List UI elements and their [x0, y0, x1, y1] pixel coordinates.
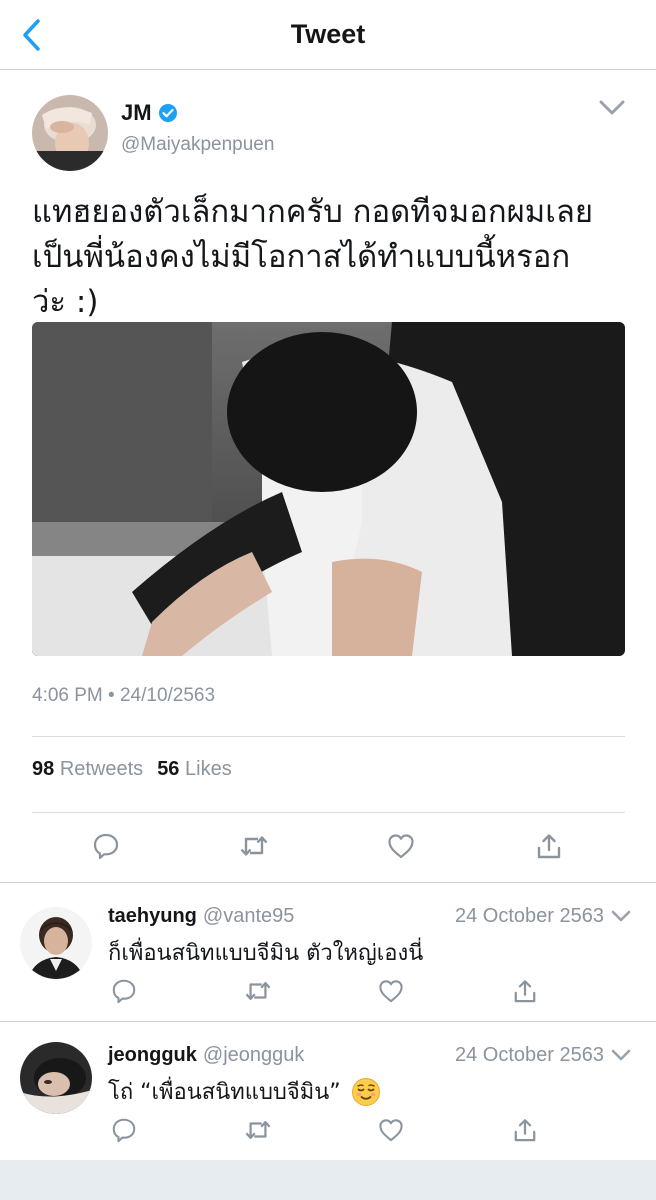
main-tweet: JM @Maiyakpenpuen แทฮยองตัวเล็กมากครับ ก… — [0, 70, 656, 882]
heart-icon — [388, 834, 414, 859]
page-title: Tweet — [290, 19, 366, 49]
navigation-bar: Tweet — [0, 0, 656, 70]
retweets-label: Retweets — [59, 758, 144, 780]
tweet-actions — [0, 830, 656, 866]
divider — [32, 812, 625, 813]
reply-header: taehyung @vante95 — [108, 905, 294, 928]
share-button[interactable] — [533, 830, 565, 862]
chevron-down-icon — [599, 100, 625, 115]
reply-button[interactable] — [110, 977, 138, 1005]
reply-text: ก็เพื่อนสนิทแบบจีมิน ตัวใหญ่เองนี่ — [108, 935, 423, 970]
avatar-image — [20, 907, 92, 979]
retweet-button[interactable] — [244, 1116, 272, 1144]
reply-text: โถ่ “เพื่อนสนิทแบบจีมิน” — [108, 1074, 381, 1109]
share-button[interactable] — [511, 977, 539, 1005]
reply-options-button[interactable] — [610, 907, 632, 925]
retweet-icon — [240, 836, 268, 856]
reply-icon — [112, 979, 136, 1004]
reply-button[interactable] — [110, 1116, 138, 1144]
share-icon — [537, 834, 561, 859]
reply-actions — [0, 1116, 656, 1146]
reply-icon — [112, 1118, 136, 1143]
chevron-down-icon — [611, 910, 631, 922]
heart-icon — [379, 1119, 403, 1142]
tweet-timestamp: 4:06 PM • 24/10/2563 — [32, 685, 216, 706]
reply-date: 24 October 2563 — [455, 1044, 604, 1066]
reply-options-button[interactable] — [610, 1046, 632, 1064]
reply-avatar[interactable] — [20, 907, 92, 979]
reply-text-content: ก็เพื่อนสนิทแบบจีมิน ตัวใหญ่เองนี่ — [108, 941, 424, 966]
avatar-image — [32, 95, 108, 171]
author-avatar[interactable] — [32, 95, 108, 171]
author-name-text: JM — [121, 100, 152, 125]
reply-author-handle[interactable]: @vante95 — [203, 905, 294, 927]
media-photo — [32, 322, 625, 656]
likes-count: 56 — [157, 758, 180, 780]
reply-tweet[interactable]: taehyung @vante95 24 October 2563 ก็เพื่อ… — [0, 882, 656, 1021]
relieved-face-emoji-icon — [351, 1077, 380, 1106]
retweet-button[interactable] — [244, 977, 272, 1005]
retweet-button[interactable] — [238, 830, 270, 862]
reply-button[interactable] — [90, 830, 122, 862]
verified-badge-icon — [158, 104, 177, 122]
author-name[interactable]: JM — [121, 100, 178, 126]
reply-icon — [93, 833, 119, 860]
chevron-down-icon — [611, 1049, 631, 1061]
tweet-options-button[interactable] — [596, 96, 628, 120]
retweets-stat[interactable]: 98 Retweets — [32, 758, 143, 781]
share-icon — [514, 1119, 536, 1142]
reply-avatar[interactable] — [20, 1042, 92, 1114]
reply-author-name[interactable]: jeongguk — [108, 1044, 197, 1066]
share-button[interactable] — [511, 1116, 539, 1144]
retweet-icon — [245, 981, 271, 1001]
bottom-bar — [0, 1160, 656, 1200]
likes-label: Likes — [185, 758, 232, 780]
retweets-count: 98 — [32, 758, 55, 780]
divider — [32, 736, 625, 737]
reply-author-handle[interactable]: @jeongguk — [203, 1044, 304, 1066]
like-button[interactable] — [377, 977, 405, 1005]
retweet-icon — [245, 1120, 271, 1140]
reply-author-name[interactable]: taehyung — [108, 905, 197, 927]
reply-text-content: โถ่ “เพื่อนสนิทแบบจีมิน” — [108, 1080, 341, 1105]
reply-tweet[interactable]: jeongguk @jeongguk 24 October 2563 โถ่ “เ… — [0, 1021, 656, 1160]
tweet-media-image[interactable] — [32, 322, 625, 656]
like-button[interactable] — [377, 1116, 405, 1144]
reply-header: jeongguk @jeongguk — [108, 1044, 304, 1067]
like-button[interactable] — [385, 830, 417, 862]
reply-actions — [0, 977, 656, 1007]
share-icon — [514, 980, 536, 1003]
tweet-stats: 98 Retweets 56 Likes — [32, 758, 232, 781]
tweet-text: แทฮยองตัวเล็กมากครับ กอดทีจมอกผมเลย เป็น… — [32, 194, 593, 320]
reply-date: 24 October 2563 — [455, 905, 604, 927]
heart-icon — [379, 980, 403, 1003]
author-handle[interactable]: @Maiyakpenpuen — [121, 134, 274, 156]
avatar-image — [20, 1042, 92, 1114]
likes-stat[interactable]: 56 Likes — [157, 758, 232, 781]
